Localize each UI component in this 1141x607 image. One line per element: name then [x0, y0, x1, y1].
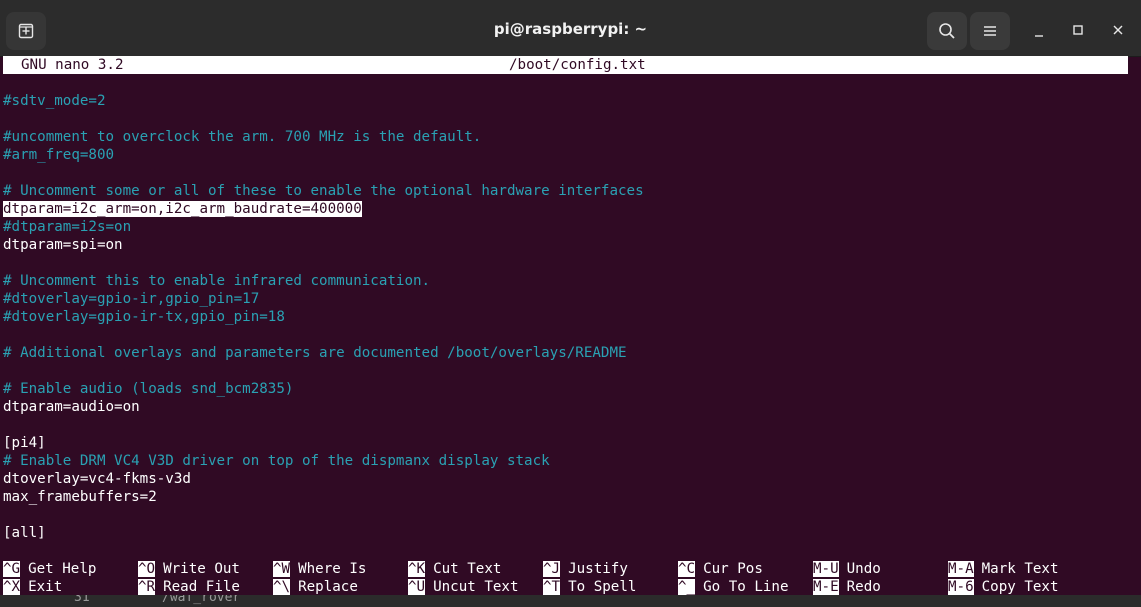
shortcut-to-spell[interactable]: ^T To Spell [543, 578, 636, 596]
maximize-button[interactable] [1066, 18, 1090, 42]
editor-line[interactable]: # Uncomment this to enable infrared comm… [3, 272, 430, 290]
shortcut-key: ^O [138, 561, 156, 577]
menu-button[interactable] [970, 12, 1010, 50]
close-icon [1113, 25, 1123, 35]
shortcut-key: ^U [408, 579, 426, 595]
editor-line-selected[interactable]: dtparam=i2c_arm=on,i2c_arm_baudrate=4000… [3, 200, 362, 218]
shortcut-get-help[interactable]: ^G Get Help [3, 560, 96, 578]
search-icon [939, 23, 955, 39]
shortcut-key: ^\ [273, 579, 291, 595]
shortcut-key: ^T [543, 579, 561, 595]
shortcut-label: Mark Text [981, 561, 1059, 577]
hamburger-menu-icon [984, 26, 996, 36]
shortcut-label: Cut Text [433, 561, 502, 577]
shortcut-redo[interactable]: M-E Redo [813, 578, 881, 596]
shortcut-justify[interactable]: ^J Justify [543, 560, 628, 578]
shortcut-where-is[interactable]: ^W Where Is [273, 560, 366, 578]
editor-line[interactable]: [all] [3, 524, 46, 542]
editor-line[interactable]: max_framebuffers=2 [3, 488, 157, 506]
editor-line[interactable]: #arm_freq=800 [3, 146, 114, 164]
minimize-button[interactable] [1027, 20, 1051, 44]
shortcut-key: ^W [273, 561, 291, 577]
nano-header-bar: GNU nano 3.2 /boot/config.txt [3, 56, 1128, 74]
shortcut-key: ^J [543, 561, 561, 577]
shortcut-label: Write Out [163, 561, 240, 577]
editor-line[interactable]: #dtoverlay=gpio-ir,gpio_pin=17 [3, 290, 259, 308]
shortcut-label: To Spell [568, 579, 637, 595]
shortcut-label: Uncut Text [433, 579, 519, 595]
editor-line[interactable]: #sdtv_mode=2 [3, 92, 106, 110]
shortcut-label: Exit [28, 579, 63, 595]
editor-line[interactable]: #uncomment to overclock the arm. 700 MHz… [3, 128, 481, 146]
shortcut-label: Cur Pos [703, 561, 763, 577]
terminal-window: pi@raspberrypi: ~ GNU nano 3.2 /boot/con… [0, 0, 1141, 607]
shortcut-label: Get Help [28, 561, 97, 577]
shortcut-cut-text[interactable]: ^K Cut Text [408, 560, 501, 578]
nano-filename: /boot/config.txt [509, 57, 646, 73]
shortcut-label: Read File [163, 579, 240, 595]
minimize-icon [1035, 35, 1043, 37]
editor-line[interactable]: # Additional overlays and parameters are… [3, 344, 627, 362]
search-button[interactable] [927, 12, 967, 50]
editor-line[interactable]: # Enable audio (loads snd_bcm2835) [3, 380, 293, 398]
shortcut-key: M-A [948, 561, 974, 577]
shortcut-label: Redo [846, 579, 881, 595]
shortcut-cur-pos[interactable]: ^C Cur Pos [678, 560, 763, 578]
shortcut-key: ^R [138, 579, 156, 595]
shortcut-key: ^G [3, 561, 21, 577]
shortcut-key: M-E [813, 579, 839, 595]
editor-line[interactable]: #dtparam=i2s=on [3, 218, 131, 236]
shortcut-key: M-U [813, 561, 839, 577]
editor-line[interactable]: [pi4] [3, 434, 46, 452]
shortcut-write-out[interactable]: ^O Write Out [138, 560, 240, 578]
shortcut-read-file[interactable]: ^R Read File [138, 578, 240, 596]
close-button[interactable] [1106, 18, 1130, 42]
background-window-strip: 31 /waf_rover [0, 595, 1141, 607]
editor-line[interactable]: dtparam=spi=on [3, 236, 123, 254]
shortcut-key: ^X [3, 579, 21, 595]
editor-line[interactable]: #dtoverlay=gpio-ir-tx,gpio_pin=18 [3, 308, 285, 326]
shortcut-exit[interactable]: ^X Exit [3, 578, 62, 596]
shortcut-undo[interactable]: M-U Undo [813, 560, 881, 578]
title-bar: pi@raspberrypi: ~ [0, 0, 1141, 57]
maximize-icon [1073, 25, 1083, 35]
shortcut-uncut-text[interactable]: ^U Uncut Text [408, 578, 519, 596]
editor-line[interactable]: # Enable DRM VC4 V3D driver on top of th… [3, 452, 550, 470]
editor-line[interactable]: # Uncomment some or all of these to enab… [3, 182, 644, 200]
selected-text[interactable]: dtparam=i2c_arm=on,i2c_arm_baudrate=4000… [3, 201, 362, 217]
shortcut-key: ^K [408, 561, 426, 577]
shortcut-copy-text[interactable]: M-6 Copy Text [948, 578, 1059, 596]
shortcut-key: M-6 [948, 579, 974, 595]
shortcut-label: Replace [298, 579, 358, 595]
shortcut-label: Undo [846, 561, 881, 577]
shortcut-go-to-line[interactable]: ^_ Go To Line [678, 578, 789, 596]
background-line-number: 31 [74, 595, 90, 605]
shortcut-replace[interactable]: ^\ Replace [273, 578, 358, 596]
shortcut-label: Where Is [298, 561, 367, 577]
editor-line[interactable]: dtoverlay=vc4-fkms-v3d [3, 470, 191, 488]
shortcut-key: ^_ [678, 579, 696, 595]
shortcut-mark-text[interactable]: M-A Mark Text [948, 560, 1059, 578]
background-text: /waf_rover [162, 595, 241, 605]
editor-line[interactable]: dtparam=audio=on [3, 398, 140, 416]
terminal-area[interactable]: GNU nano 3.2 /boot/config.txt #sdtv_mode… [0, 56, 1141, 607]
shortcut-label: Justify [568, 561, 628, 577]
shortcut-label: Copy Text [981, 579, 1059, 595]
shortcut-key: ^C [678, 561, 696, 577]
nano-version: GNU nano 3.2 [21, 57, 124, 73]
shortcut-label: Go To Line [703, 579, 789, 595]
